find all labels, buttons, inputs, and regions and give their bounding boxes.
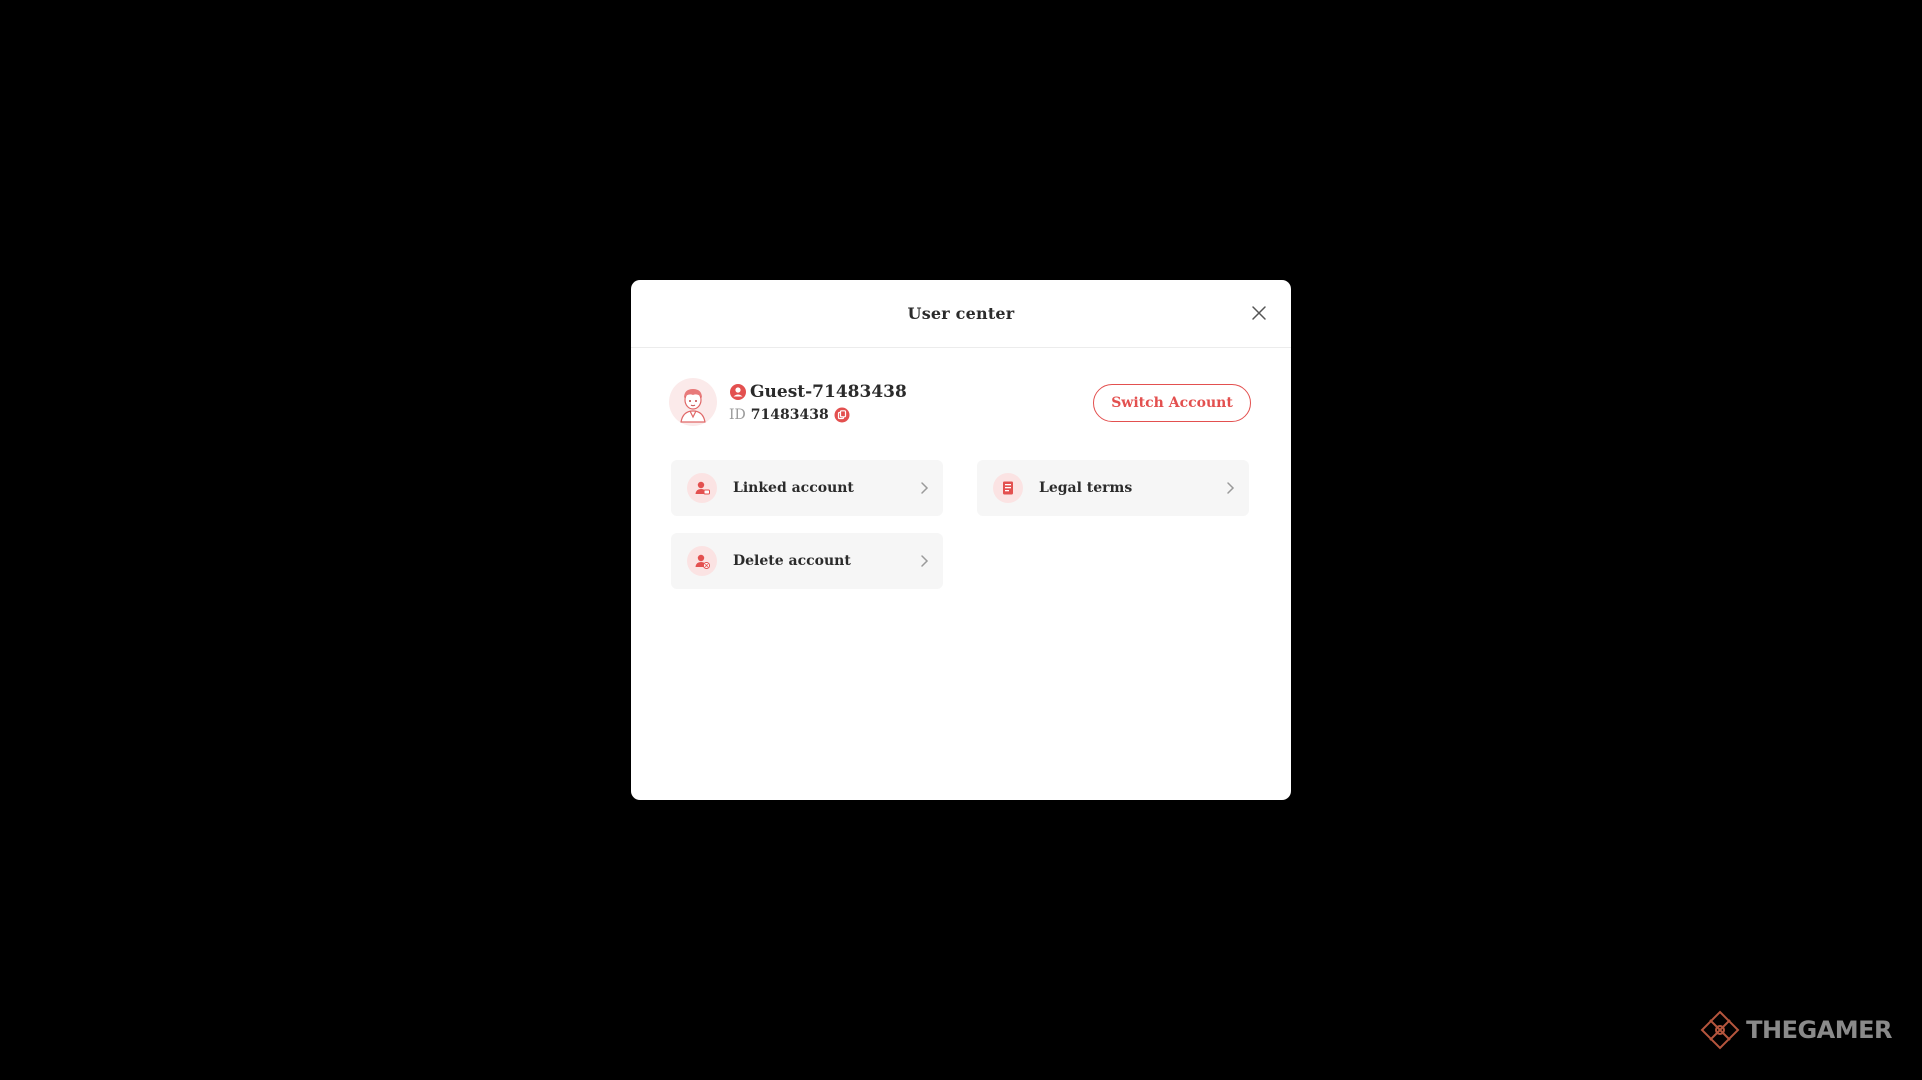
user-center-modal: User center Guest-71483438 ID 71483438 S…: [631, 280, 1291, 800]
avatar: [669, 378, 717, 426]
id-row: ID 71483438: [729, 407, 907, 423]
id-value: 71483438: [750, 406, 829, 423]
linked-account-item[interactable]: Linked account: [671, 460, 943, 516]
profile-text: Guest-71483438 ID 71483438: [729, 382, 907, 423]
avatar-icon: [672, 381, 714, 423]
thegamer-logo-icon: [1700, 1010, 1740, 1050]
linked-account-label: Linked account: [733, 480, 854, 496]
delete-account-item[interactable]: Delete account: [671, 533, 943, 589]
id-label: ID: [729, 406, 746, 423]
watermark-text: THEGAMER: [1746, 1016, 1892, 1044]
chevron-right-icon: [921, 482, 929, 494]
modal-header: User center: [631, 280, 1291, 348]
linked-account-icon: [687, 473, 717, 503]
chevron-right-icon: [921, 555, 929, 567]
switch-account-button[interactable]: Switch Account: [1093, 384, 1251, 422]
guest-badge-icon: [730, 383, 746, 400]
close-icon[interactable]: [1249, 303, 1269, 323]
profile-section: Guest-71483438 ID 71483438: [669, 378, 907, 426]
modal-title: User center: [907, 304, 1015, 323]
legal-terms-label: Legal terms: [1039, 480, 1133, 496]
copy-icon[interactable]: [834, 407, 850, 423]
name-row: Guest-71483438: [729, 382, 907, 402]
legal-terms-icon: [993, 473, 1023, 503]
username: Guest-71483438: [750, 381, 907, 402]
chevron-right-icon: [1227, 482, 1235, 494]
thegamer-watermark: THEGAMER: [1700, 1010, 1892, 1050]
delete-account-icon: [687, 546, 717, 576]
legal-terms-item[interactable]: Legal terms: [977, 460, 1249, 516]
delete-account-label: Delete account: [733, 553, 851, 569]
